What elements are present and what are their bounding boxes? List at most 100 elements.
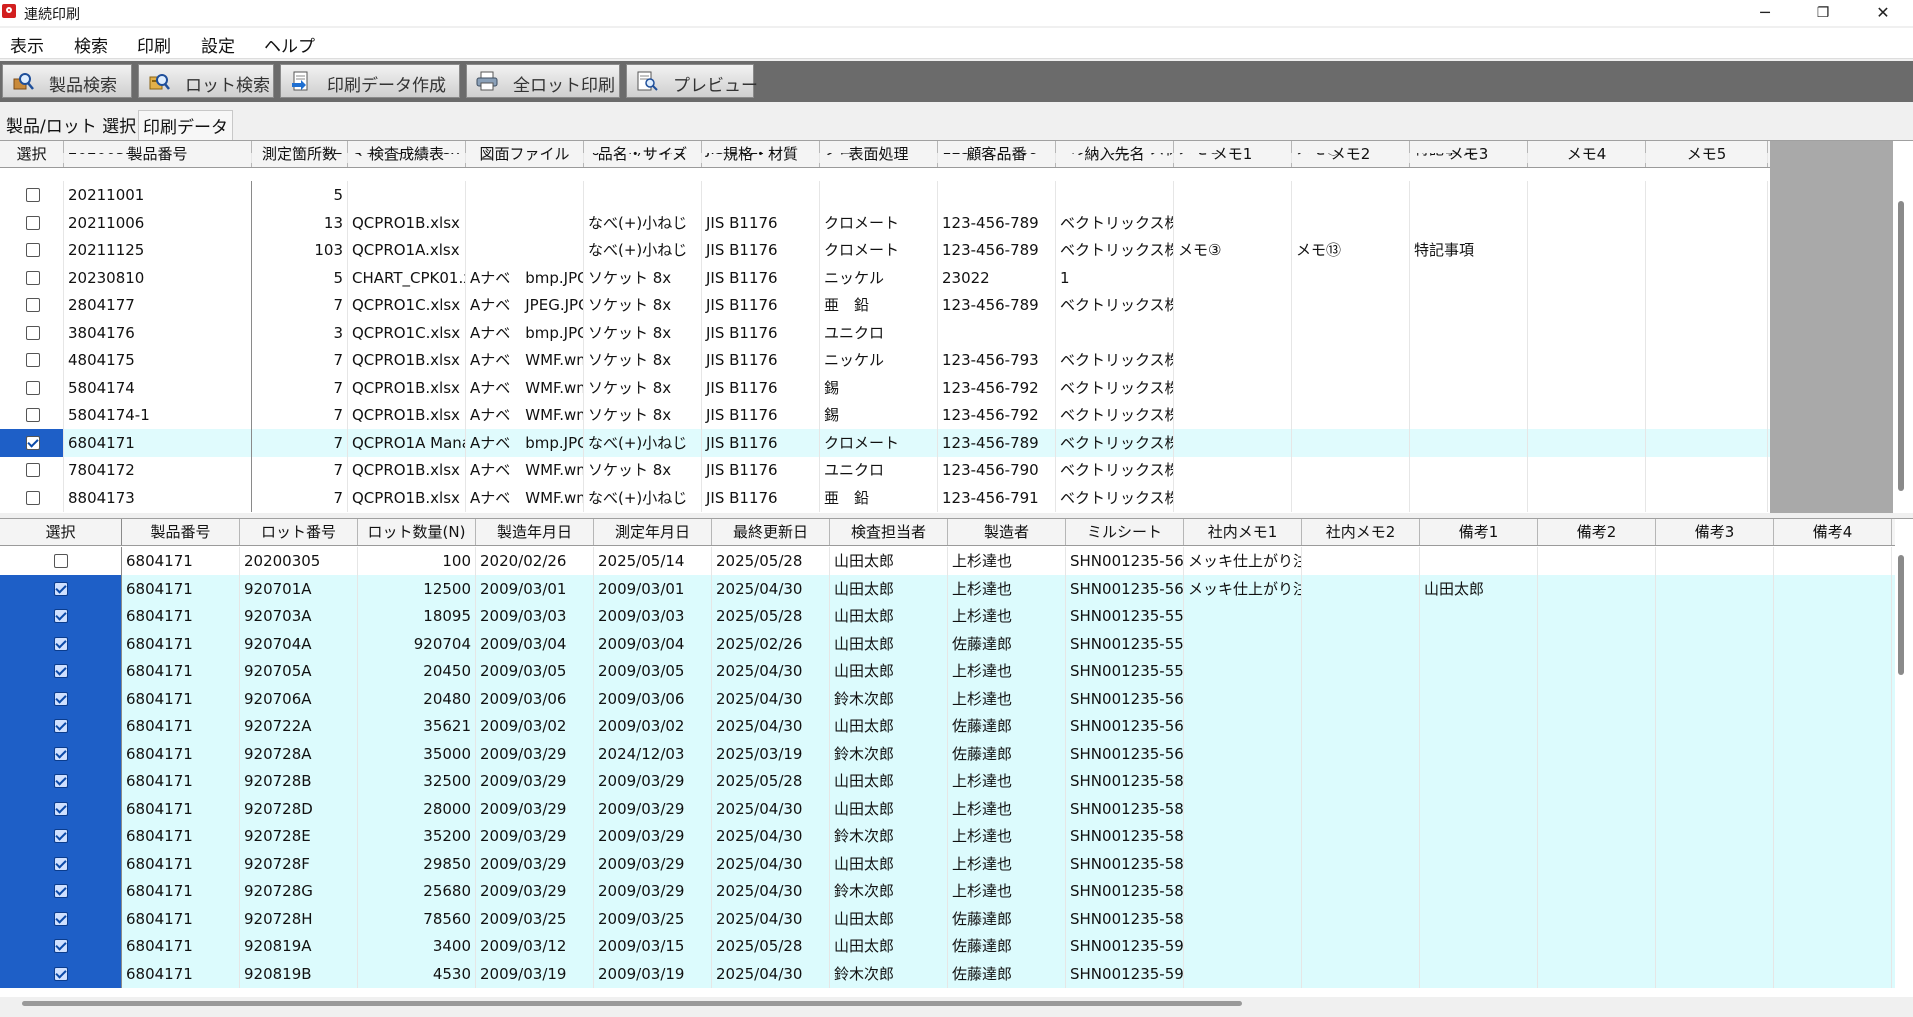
select-checkbox[interactable] [54,911,68,926]
product-row[interactable]: 20211125 103 QCPRO1A.xlsx なべ(+)小ねじ JIS B1176… [0,236,1770,264]
lot-row[interactable]: 6804171 920701A 12500 2009/03/01 2009/03/01 2… [0,574,1895,603]
select-checkbox[interactable] [54,856,68,871]
select-checkbox[interactable] [54,719,68,733]
select-checkbox[interactable] [26,325,40,340]
lot-col-header[interactable]: 製造年月日 [476,519,594,545]
lot-col-header[interactable]: 検査担当者 [830,519,948,545]
menu-settings[interactable]: 設定 [201,32,235,57]
lot-row[interactable]: 6804171 920722A 35621 2009/03/02 2009/03/02 2… [0,712,1895,740]
product-row[interactable]: 5804174-1 7 QCPRO1B.xlsx Aナベ WMF.wmf ソケット 8x… [0,401,1770,429]
product-cell: JIS B1176 [702,483,820,512]
product-search-button[interactable]: 製品検索 [2,64,132,98]
product-row[interactable]: 2804177 7 QCPRO1C.xlsx Aナベ JPEG.JPG ソケット 8x J… [0,291,1770,319]
lot-cell: 2025/04/30 [712,959,830,988]
lot-cell: 2009/03/15 [594,932,712,960]
product-row[interactable]: 20211006 13 QCPRO1B.xlsx なべ(+)小ねじ JIS B1176 ク… [0,208,1770,237]
select-checkbox[interactable] [26,215,40,230]
lot-col-header[interactable]: 備考2 [1538,519,1656,545]
lot-col-header[interactable]: ロット数量(N) [358,519,476,545]
lot-cell: 2025/04/30 [712,794,830,823]
select-checkbox[interactable] [54,829,68,843]
select-checkbox[interactable] [26,463,40,477]
select-checkbox[interactable] [54,966,68,981]
lot-row[interactable]: 6804171 920728D 28000 2009/03/29 2009/03/29 2… [0,794,1895,823]
lot-col-header[interactable]: 社内メモ1 [1184,519,1302,545]
close-button[interactable]: ✕ [1860,0,1906,26]
lot-row[interactable]: 6804171 920703A 18095 2009/03/03 2009/03/03 2… [0,602,1895,630]
lot-col-header[interactable]: 備考4 [1774,519,1892,545]
product-row[interactable]: 202308105CHART_CPK01.xlsxAナベ bmp.JPGソケット… [0,263,1770,292]
print-all-lots-button[interactable]: 全ロット印刷 [466,64,620,98]
product-row[interactable]: 7804172 7 QCPRO1B.xlsx Aナベ WMF.wmf ソケット 8x JI… [0,456,1770,484]
lot-row[interactable]: 6804171 920728H 78560 2009/03/25 2009/03/25 2… [0,904,1895,933]
tab-product-lot-select[interactable]: 製品/ロット 選択 [2,110,140,139]
select-checkbox[interactable] [26,435,40,450]
lot-search-button[interactable]: ロット検索 [138,64,274,98]
select-checkbox[interactable] [26,353,40,367]
select-checkbox[interactable] [54,884,68,898]
select-checkbox[interactable] [54,801,68,816]
select-checkbox[interactable] [54,664,68,678]
menu-view[interactable]: 表示 [10,32,44,57]
lot-row[interactable]: 6804171 920819B 4530 2009/03/19 2009/03/19 20… [0,959,1895,988]
lot-row[interactable]: 6804171 920728B 32500 2009/03/29 2009/03/29 2… [0,767,1895,795]
select-checkbox[interactable] [26,408,40,422]
select-checkbox[interactable] [54,581,68,596]
menu-help[interactable]: ヘルプ [264,32,315,57]
preview-button[interactable]: プレビュー [626,64,758,98]
lot-row[interactable]: 6804171 920728A 35000 2009/03/29 2024/12/03 2… [0,739,1895,768]
select-checkbox[interactable] [26,380,40,395]
lot-row[interactable]: 6804171 920706A 20480 2009/03/06 2009/03/06 2… [0,684,1895,713]
lot-col-header[interactable]: 備考3 [1656,519,1774,545]
lot-grid-scrollbar[interactable] [1898,555,1904,675]
lot-row[interactable]: 6804171 20200305 100 2020/02/26 2025/05/14 20… [0,547,1895,575]
product-cell: メモ② [1174,153,1292,163]
lot-col-header[interactable]: 製造者 [948,519,1066,545]
lot-row[interactable]: 6804171 920728E 35200 2009/03/29 2009/03/29 2… [0,822,1895,850]
lot-row[interactable]: 6804171 920819A 3400 2009/03/12 2009/03/15 20… [0,932,1895,960]
lot-col-header[interactable]: 測定年月日 [594,519,712,545]
product-row[interactable]: 3804176 3 QCPRO1C.xlsx Aナベ bmp.JPG ソケット 8x JI… [0,318,1770,347]
lot-cell: 2025/04/30 [712,877,830,905]
lot-col-header[interactable]: 備考1 [1420,519,1538,545]
lot-cell: 2009/03/29 [476,794,594,823]
lot-col-header[interactable]: 製品番号 [122,519,240,545]
tab-print-data[interactable]: 印刷データ [138,110,233,141]
select-checkbox[interactable] [54,746,68,761]
product-cell: QCPRO1C.xlsx [348,318,466,347]
select-checkbox[interactable] [26,490,40,505]
product-row[interactable]: 4804175 7 QCPRO1B.xlsx Aナベ WMF.wmf ソケット 8x JI… [0,346,1770,374]
select-checkbox[interactable] [26,188,40,202]
select-checkbox[interactable] [26,243,40,257]
horizontal-scrollbar[interactable] [22,1001,1242,1006]
select-checkbox[interactable] [54,939,68,953]
product-row[interactable]: 5804174 7 QCPRO1B.xlsx Aナベ WMF.wmf ソケット 8x JI… [0,373,1770,402]
restore-button[interactable]: ❐ [1800,0,1846,26]
select-checkbox[interactable] [54,636,68,651]
select-checkbox[interactable] [54,691,68,706]
product-row[interactable]: 20211001 5 [0,181,1770,209]
product-row-partial[interactable]: 2020032522QCPRO1A.xlsx なべ(+)小ねじJIS B1176ク… [0,153,1770,163]
lot-row[interactable]: 6804171 920728G 25680 2009/03/29 2009/03/29 2… [0,877,1895,905]
create-print-data-button[interactable]: 印刷データ作成 [280,64,460,98]
select-checkbox[interactable] [26,298,40,312]
product-row[interactable]: 8804173 7 QCPRO1B.xlsx Aナベ WMF.wmf なべ(+)小ねじ J… [0,483,1770,512]
product-row[interactable]: 68041717QCPRO1A Manager.xlsxAナベ bmp.JPGな… [0,428,1770,457]
lot-col-header[interactable]: ロット番号 [240,519,358,545]
product-grid-scrollbar[interactable] [1898,201,1904,491]
select-checkbox[interactable] [54,774,68,788]
lot-col-header[interactable]: 選択 [0,519,122,545]
select-checkbox[interactable] [54,609,68,623]
menu-print[interactable]: 印刷 [137,32,171,57]
lot-col-header[interactable]: ミルシート [1066,519,1184,545]
menu-search[interactable]: 検索 [74,32,108,57]
lot-row[interactable]: 6804171 920728F 29850 2009/03/29 2009/03/29 2… [0,849,1895,878]
minimize-button[interactable]: ─ [1742,0,1788,26]
lot-col-header[interactable]: 最終更新日 [712,519,830,545]
lot-cell: 25680 [358,877,476,905]
select-checkbox[interactable] [54,554,68,568]
lot-row[interactable]: 6804171 920704A 920704 2009/03/04 2009/03/04… [0,629,1895,658]
lot-row[interactable]: 6804171 920705A 20450 2009/03/05 2009/03/05 2… [0,657,1895,685]
lot-col-header[interactable]: 社内メモ2 [1302,519,1420,545]
select-checkbox[interactable] [26,270,40,285]
